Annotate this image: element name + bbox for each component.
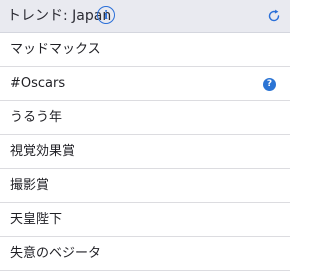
trends-title: トレンド: Japan [7,8,112,24]
trend-label: マッドマックス [10,42,101,57]
trend-label: 天皇陛下 [10,212,63,227]
trends-panel: トレンド: Japan i マッドマックス #Oscars ? うるう年 視覚効… [0,0,290,271]
trend-label: うるう年 [10,110,63,125]
trend-label: 撮影賞 [10,178,50,193]
trends-header: トレンド: Japan i [0,0,290,33]
info-icon[interactable]: i [97,6,115,24]
trend-row[interactable]: 視覚効果賞 [0,135,290,169]
help-icon[interactable]: ? [263,78,276,91]
refresh-icon[interactable] [266,8,282,24]
trends-list: マッドマックス #Oscars ? うるう年 視覚効果賞 撮影賞 天皇陛下 失意… [0,33,290,271]
trend-row[interactable]: #Oscars ? [0,67,290,101]
trend-row[interactable]: 失意のベジータ [0,237,290,271]
trend-row[interactable]: 天皇陛下 [0,203,290,237]
trend-label: 視覚効果賞 [10,144,76,159]
trend-row[interactable]: うるう年 [0,101,290,135]
trend-row[interactable]: 撮影賞 [0,169,290,203]
trend-label: 失意のベジータ [10,246,102,261]
trend-label: #Oscars [10,76,66,91]
trend-row[interactable]: マッドマックス [0,33,290,67]
